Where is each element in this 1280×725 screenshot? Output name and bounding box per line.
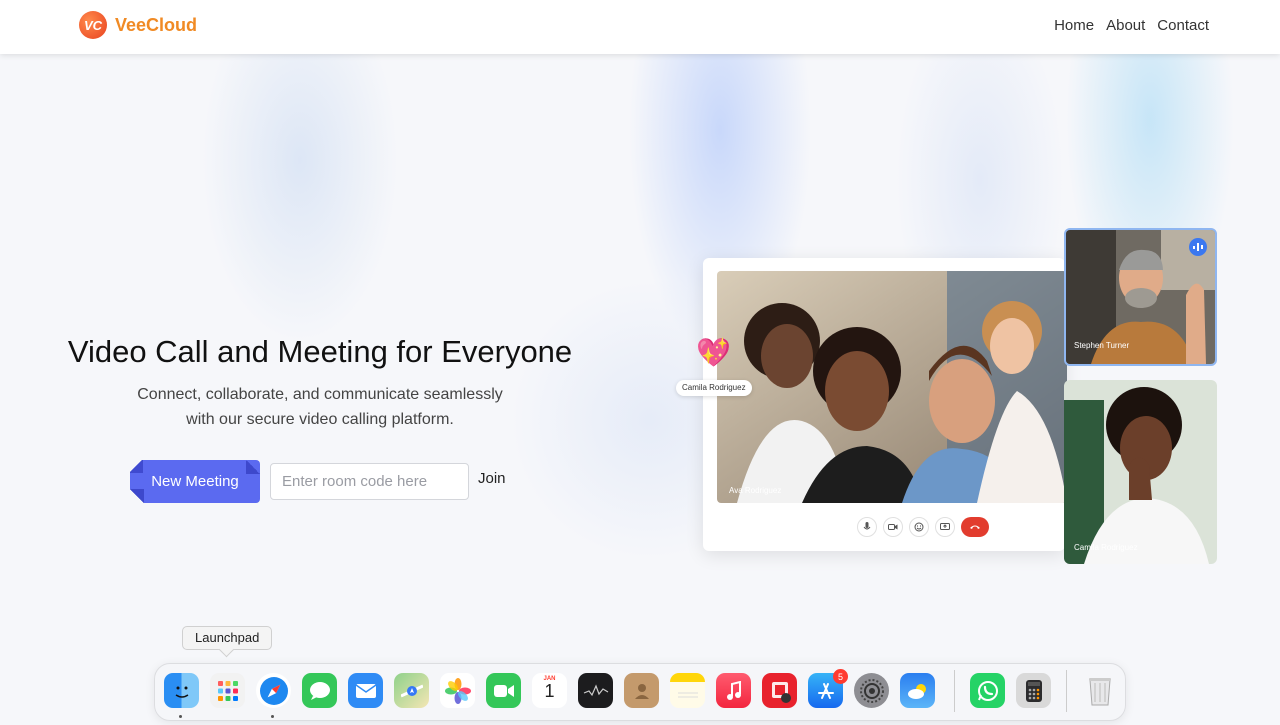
facetime-icon[interactable] [486, 673, 521, 708]
brand-name: VeeCloud [115, 14, 198, 35]
nav-home-link[interactable]: Home [1054, 17, 1094, 34]
finder-icon[interactable] [164, 673, 199, 708]
hero-subtitle-line1: Connect, collaborate, and communicate se… [137, 386, 503, 403]
nav-contact-link[interactable]: Contact [1157, 17, 1209, 34]
trash-icon[interactable] [1082, 673, 1117, 708]
maps-icon[interactable] [394, 673, 429, 708]
dock-tooltip: Launchpad [182, 626, 273, 650]
main-video-label: Ava Rodriguez [729, 486, 781, 495]
mail-icon[interactable] [348, 673, 383, 708]
macos-dock: JAN 1 5 [154, 663, 1126, 721]
calendar-icon[interactable]: JAN 1 [532, 673, 567, 708]
stocks-icon[interactable] [578, 673, 613, 708]
calendar-day: 1 [544, 681, 555, 701]
logo-icon: VC [79, 11, 107, 39]
messages-icon[interactable] [302, 673, 337, 708]
stephen-name-label: Stephen Turner [1074, 341, 1129, 350]
microphone-icon[interactable] [857, 517, 877, 537]
safari-icon[interactable] [256, 673, 291, 708]
join-button[interactable]: Join [478, 470, 506, 487]
room-code-input[interactable] [270, 463, 469, 500]
main-video-tile: Ava Rodriguez [717, 271, 1067, 503]
hero-subtitle: Connect, collaborate, and communicate se… [100, 382, 540, 432]
family-video-image: Ava Rodriguez [717, 271, 1067, 503]
camera-icon[interactable] [883, 517, 903, 537]
app-store-badge: 5 [833, 669, 848, 684]
launchpad-icon[interactable] [210, 673, 245, 708]
notes-icon[interactable] [670, 673, 705, 708]
nav-links: Home About Contact [1054, 17, 1209, 34]
participant-name-chip: Camila Rodriguez [676, 380, 752, 396]
hero-subtitle-line2: with our secure video calling platform. [186, 411, 454, 428]
camila-name-label: Camila Rodriguez [1074, 543, 1138, 552]
dock-separator [1066, 670, 1067, 712]
system-settings-icon[interactable] [854, 673, 889, 708]
call-controls [857, 517, 989, 537]
calculator-icon[interactable] [1016, 673, 1051, 708]
participant-tile-camila: Camila Rodriguez [1064, 380, 1217, 564]
whatsapp-icon[interactable] [970, 673, 1005, 708]
new-meeting-button[interactable]: New Meeting [130, 460, 260, 503]
end-call-icon[interactable] [961, 517, 989, 537]
dock-separator [954, 670, 955, 712]
contacts-icon[interactable] [624, 673, 659, 708]
camila-video-image: Camila Rodriguez [1064, 380, 1217, 564]
photos-icon[interactable] [440, 673, 475, 708]
photo-booth-icon[interactable] [762, 673, 797, 708]
button-fold-decoration [130, 489, 144, 503]
hero-title: Video Call and Meeting for Everyone [67, 334, 573, 369]
nav-about-link[interactable]: About [1106, 17, 1145, 34]
brand[interactable]: VC VeeCloud [79, 11, 197, 39]
emoji-icon[interactable] [909, 517, 929, 537]
safari-running-indicator [271, 715, 274, 718]
weather-icon[interactable] [900, 673, 935, 708]
app-store-icon[interactable]: 5 [808, 669, 848, 708]
participant-tile-stephen: Stephen Turner [1064, 228, 1217, 366]
navbar: VC VeeCloud Home About Contact [0, 0, 1280, 54]
speaking-indicator-icon [1189, 238, 1207, 256]
button-fold-decoration [246, 460, 260, 474]
finder-running-indicator [179, 715, 182, 718]
heart-reaction-icon: 💖 [696, 337, 731, 368]
music-icon[interactable] [716, 673, 751, 708]
screen-share-icon[interactable] [935, 517, 955, 537]
